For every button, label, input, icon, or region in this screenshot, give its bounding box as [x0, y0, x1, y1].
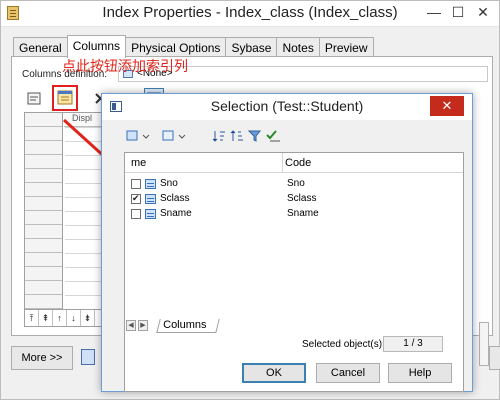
red-annotation-text: 点此按钮添加索引列	[62, 59, 188, 75]
select-dropdown-button[interactable]	[126, 129, 156, 145]
grid-scrollbar[interactable]	[479, 322, 489, 366]
minimize-button[interactable]: —	[422, 3, 446, 21]
sort-ascending-button[interactable]	[212, 129, 226, 145]
tab-notes[interactable]: Notes	[276, 37, 320, 57]
tab-columns[interactable]: Columns	[66, 35, 127, 58]
add-columns-button[interactable]	[52, 85, 78, 111]
sort-descending-icon	[230, 130, 243, 141]
ok-button[interactable]: OK	[242, 363, 306, 383]
tab-sybase[interactable]: Sybase	[225, 37, 278, 57]
select-model-icon	[162, 130, 186, 141]
dialog-close-button[interactable]: ✕	[430, 96, 464, 116]
list-header: me Code	[125, 153, 463, 173]
tab-preview[interactable]: Preview	[318, 37, 374, 57]
row-name: Sname	[160, 208, 192, 219]
selected-objects-count: 1 / 3	[383, 336, 443, 352]
more-button[interactable]: More >>	[11, 346, 73, 370]
tab-scroll-left[interactable]: ◀	[126, 320, 136, 331]
dialog-tab-bar: ◀ ▶ Columns	[124, 319, 464, 333]
selection-dialog: Selection (Test::Student) ✕ me Code Sno …	[101, 93, 473, 392]
window-close-button[interactable]: ✕	[471, 3, 495, 21]
add-columns-icon	[57, 90, 73, 105]
help-button[interactable]: Help	[388, 363, 452, 383]
properties-button[interactable]	[24, 88, 44, 108]
list-item[interactable]: Sclass Sclass	[125, 192, 463, 207]
maximize-button[interactable]: ☐	[446, 3, 470, 21]
model-icon[interactable]	[81, 349, 95, 365]
filter-button[interactable]	[247, 129, 262, 145]
column-icon	[145, 179, 156, 189]
name-column-header[interactable]: me	[125, 153, 283, 173]
move-page-up-button[interactable]: ⇞	[39, 310, 53, 326]
row-code: Sname	[287, 208, 319, 219]
check-all-icon	[266, 130, 280, 142]
move-up-button[interactable]: ↑	[53, 310, 67, 326]
row-checkbox[interactable]	[131, 193, 141, 204]
sort-descending-button[interactable]	[230, 129, 244, 145]
properties-tabs: General Columns Physical Options Sybase …	[13, 35, 374, 58]
column-icon	[145, 209, 156, 219]
column-icon	[145, 194, 156, 204]
tab-scroll-right[interactable]: ▶	[138, 320, 148, 331]
select-tables-icon	[126, 130, 150, 141]
dialog-title-bar: Selection (Test::Student) ✕	[102, 94, 472, 120]
tab-physical-options[interactable]: Physical Options	[125, 37, 227, 57]
sort-ascending-icon	[212, 131, 225, 142]
row-name: Sclass	[160, 193, 190, 204]
selected-objects-label: Selected object(s):	[302, 339, 385, 350]
select-model-button[interactable]	[162, 129, 192, 145]
row-checkbox[interactable]	[131, 179, 141, 189]
row-checkbox[interactable]	[131, 209, 141, 219]
list-item[interactable]: Sno Sno	[125, 177, 463, 192]
tab-columns-label: Columns	[163, 319, 207, 331]
filter-icon	[247, 130, 262, 142]
row-name: Sno	[160, 178, 178, 189]
row-code: Sclass	[287, 193, 317, 204]
selection-list[interactable]: me Code Sno Sno Sclass Sclass Sname Snam…	[124, 152, 464, 392]
move-top-button[interactable]: ⤒	[25, 310, 39, 326]
row-headers	[25, 113, 63, 310]
tab-columns[interactable]: Columns	[156, 319, 220, 333]
properties-icon	[27, 92, 41, 105]
list-item[interactable]: Sname Sname	[125, 207, 463, 222]
window-title-bar: Index Properties - Index_class (Index_cl…	[1, 1, 499, 27]
partial-button[interactable]	[489, 346, 500, 370]
row-code: Sno	[287, 178, 305, 189]
move-down-button[interactable]: ↓	[67, 310, 81, 326]
dialog-toolbar	[126, 129, 326, 147]
code-column-header[interactable]: Code	[285, 157, 311, 169]
select-all-button[interactable]	[266, 129, 282, 145]
move-page-down-button[interactable]: ⇟	[81, 310, 95, 326]
tab-general[interactable]: General	[13, 37, 68, 57]
dialog-title: Selection (Test::Student)	[210, 98, 364, 114]
cancel-button[interactable]: Cancel	[316, 363, 380, 383]
